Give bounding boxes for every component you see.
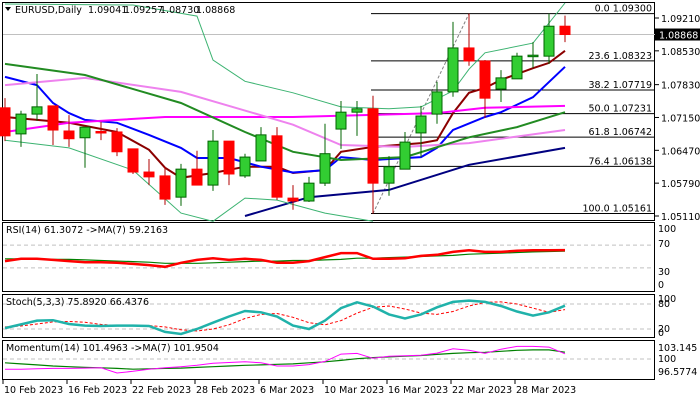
- candle-body: [47, 105, 59, 131]
- candle-body: [95, 130, 107, 134]
- candle-body: [127, 148, 139, 173]
- candle-body: [175, 168, 187, 198]
- price-axis-label: 1.05110: [661, 212, 700, 223]
- candle-body: [239, 156, 251, 177]
- fib-level-price: 1.07231: [613, 104, 652, 115]
- date-axis-label: 16 Mar 2023: [388, 385, 448, 396]
- fib-level-pct: 0.0: [595, 4, 610, 15]
- candle-body: [383, 166, 395, 184]
- fib-level-pct: 100.0: [582, 204, 609, 215]
- fib-level-price: 1.08323: [613, 51, 652, 62]
- candle-body: [431, 91, 443, 115]
- candle-body: [399, 141, 411, 170]
- candle-body: [527, 54, 539, 58]
- fib-level-label: 0.0 1.09300: [595, 4, 652, 15]
- rsi-scale-0: 0: [658, 280, 664, 291]
- bullish-candle: [511, 52, 523, 80]
- candle-body: [319, 153, 331, 184]
- date-axis-label: 28 Feb 2023: [196, 385, 255, 396]
- candle-body: [543, 25, 555, 57]
- candle-body: [0, 107, 11, 137]
- ohlc-low: 1.08730: [160, 5, 199, 16]
- fib-level-pct: 23.6: [589, 51, 610, 62]
- candle-body: [495, 77, 507, 90]
- fib-level-pct: 50.0: [589, 104, 610, 115]
- price-axis-label: 1.09210: [661, 14, 700, 25]
- fib-level-pct: 61.8: [589, 127, 610, 138]
- fib-level-label: 61.8 1.06742: [589, 127, 652, 138]
- fib-level-price: 1.07719: [613, 80, 652, 91]
- candle-body: [79, 126, 91, 139]
- candle-body: [159, 175, 171, 200]
- candle-body: [447, 47, 459, 93]
- candle-body: [559, 25, 571, 36]
- candle-body: [31, 106, 43, 115]
- bearish-candle: [271, 127, 283, 201]
- momentum-scale-100: 100: [658, 354, 676, 365]
- bullish-candle: [239, 153, 251, 178]
- candle-body: [335, 111, 347, 130]
- price-axis-label: 1.07150: [661, 113, 700, 124]
- momentum-title: Momentum(14) 101.4963 ->MA(7) 101.9504: [6, 343, 219, 354]
- fib-level-price: 1.06138: [613, 156, 652, 167]
- candle-body: [479, 60, 491, 99]
- fib-level-pct: 38.2: [589, 80, 610, 91]
- fib-level-label: 76.4 1.06138: [589, 156, 652, 167]
- date-axis-label: 28 Mar 2023: [516, 385, 576, 396]
- date-axis-label: 16 Feb 2023: [68, 385, 127, 396]
- stoch-scale-80: 80: [658, 299, 670, 310]
- price-chart[interactable]: 0.0 1.09300 23.6 1.08323 38.2 1.07719 50.0 …: [0, 0, 700, 400]
- fib-level-price: 1.05161: [613, 204, 652, 215]
- candle-body: [511, 55, 523, 80]
- price-axis-label: 1.08530: [661, 47, 700, 58]
- date-axis-label: 6 Mar 2023: [260, 385, 314, 396]
- candle-body: [271, 135, 283, 198]
- rsi-scale-30: 30: [658, 267, 670, 278]
- candle-body: [207, 140, 219, 186]
- candle-body: [63, 130, 75, 140]
- candle-body: [111, 131, 123, 153]
- candle-body: [415, 115, 427, 134]
- date-axis-label: 22 Feb 2023: [132, 385, 191, 396]
- fib-level-price: 1.09300: [613, 4, 652, 15]
- main-panel[interactable]: [2, 2, 655, 221]
- price-axis-label: 1.07830: [661, 81, 700, 92]
- candle-body: [191, 168, 203, 186]
- ohlc-high: 1.09257: [124, 5, 163, 16]
- bearish-candle: [111, 128, 123, 157]
- momentum-scale-max: 103.145: [658, 343, 697, 354]
- candle-body: [143, 171, 155, 178]
- price-axis-label: 1.05790: [661, 179, 700, 190]
- candle-body: [463, 47, 475, 62]
- fib-level-label: 23.6 1.08323: [589, 51, 652, 62]
- fib-level-label: 38.2 1.07719: [589, 80, 652, 91]
- fib-level-pct: 76.4: [589, 156, 610, 167]
- candle-body: [287, 197, 299, 202]
- rsi-title: RSI(14) 61.3072 ->MA(7) 59.2163: [6, 225, 168, 236]
- bearish-candle: [127, 148, 139, 174]
- ohlc-open: 1.09041: [88, 5, 127, 16]
- date-axis-label: 22 Mar 2023: [452, 385, 512, 396]
- date-axis-label: 10 Mar 2023: [324, 385, 384, 396]
- rsi-scale-70: 70: [658, 239, 670, 250]
- candle-body: [255, 134, 267, 162]
- ohlc-close: 1.08868: [196, 5, 235, 16]
- candle-body: [351, 108, 363, 113]
- stoch-scale-0: 0: [658, 328, 664, 339]
- fib-level-label: 100.0 1.05161: [582, 204, 652, 215]
- candle-body: [223, 140, 235, 175]
- momentum-scale-min: 96.5774: [658, 367, 697, 378]
- candle-body: [303, 182, 315, 202]
- candle-body: [15, 113, 27, 135]
- fib-level-price: 1.06742: [613, 127, 652, 138]
- price-axis-label: 1.06470: [661, 146, 700, 157]
- current-price-label: 1.08868: [659, 31, 698, 42]
- fib-level-label: 50.0 1.07231: [589, 104, 652, 115]
- candle-body: [367, 108, 379, 184]
- rsi-scale-100: 100: [658, 224, 676, 235]
- stoch-title: Stoch(5,3,3) 75.8920 66.4376: [6, 297, 149, 308]
- date-axis-label: 10 Feb 2023: [4, 385, 63, 396]
- chart-symbol-timeframe: EURUSD,Daily: [15, 5, 82, 16]
